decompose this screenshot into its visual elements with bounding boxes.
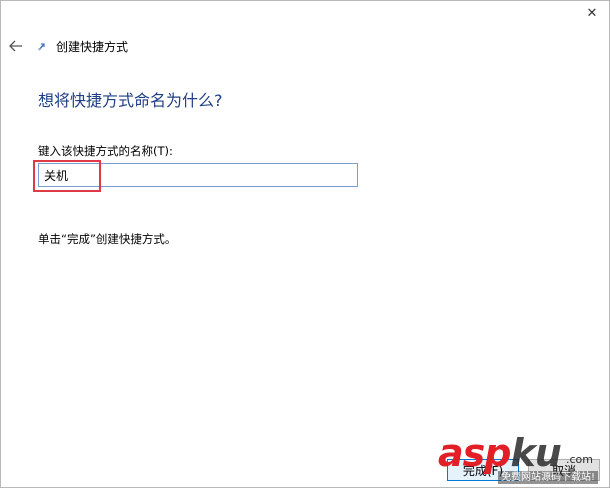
finish-button[interactable]: 完成(F) [447, 459, 519, 481]
wizard-header: 创建快捷方式 [7, 36, 128, 56]
name-field-label: 键入该快捷方式的名称(T): [38, 144, 173, 158]
back-button[interactable] [7, 37, 25, 55]
shortcut-name-input[interactable] [38, 163, 358, 187]
finish-instruction: 单击“完成”创建快捷方式。 [38, 232, 177, 246]
cancel-button[interactable]: 取消 [528, 459, 600, 481]
close-icon: ✕ [586, 5, 598, 21]
back-arrow-icon [9, 40, 22, 52]
shortcut-wizard-icon [37, 40, 47, 52]
close-button[interactable]: ✕ [581, 3, 603, 23]
shortcut-wizard-window: ✕ 创建快捷方式 想将快捷方式命名为什么? 键入该快捷方式的名称(T): 单击“… [0, 0, 610, 488]
wizard-title: 创建快捷方式 [56, 39, 129, 54]
page-heading: 想将快捷方式命名为什么? [38, 91, 223, 110]
